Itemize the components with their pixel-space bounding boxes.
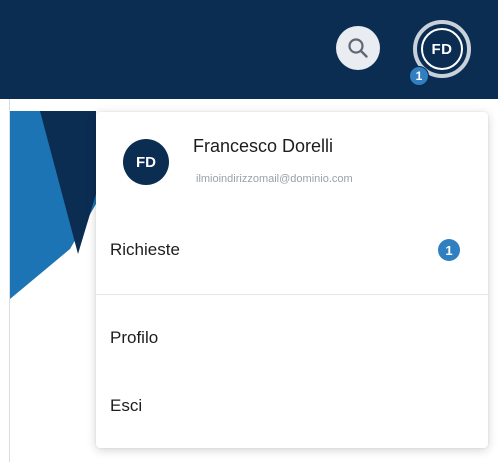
menu-item-label: Profilo <box>110 328 159 347</box>
page-left-edge <box>0 99 10 462</box>
menu-divider <box>96 294 488 295</box>
user-dropdown-menu: FD Francesco Dorelli ilmioindirizzomail@… <box>96 112 488 448</box>
user-email: ilmioindirizzomail@dominio.com <box>196 173 353 185</box>
top-navigation-bar: FD 1 <box>0 0 498 99</box>
dropdown-avatar: FD <box>123 139 169 185</box>
requests-count-badge: 1 <box>438 239 460 261</box>
user-name: Francesco Dorelli <box>193 136 334 156</box>
user-avatar-initials: FD <box>421 28 463 70</box>
search-button[interactable] <box>336 26 380 70</box>
app-screen: FD 1 FD Francesco Dorelli ilmioindirizzo… <box>0 0 498 462</box>
menu-item-profilo[interactable]: Profilo <box>96 312 488 364</box>
menu-item-esci[interactable]: Esci <box>96 380 488 432</box>
menu-item-richieste[interactable]: Richieste 1 <box>96 224 488 276</box>
search-icon <box>348 38 368 58</box>
menu-item-label: Esci <box>110 396 143 415</box>
notification-badge: 1 <box>409 66 429 86</box>
menu-item-label: Richieste <box>110 240 180 259</box>
